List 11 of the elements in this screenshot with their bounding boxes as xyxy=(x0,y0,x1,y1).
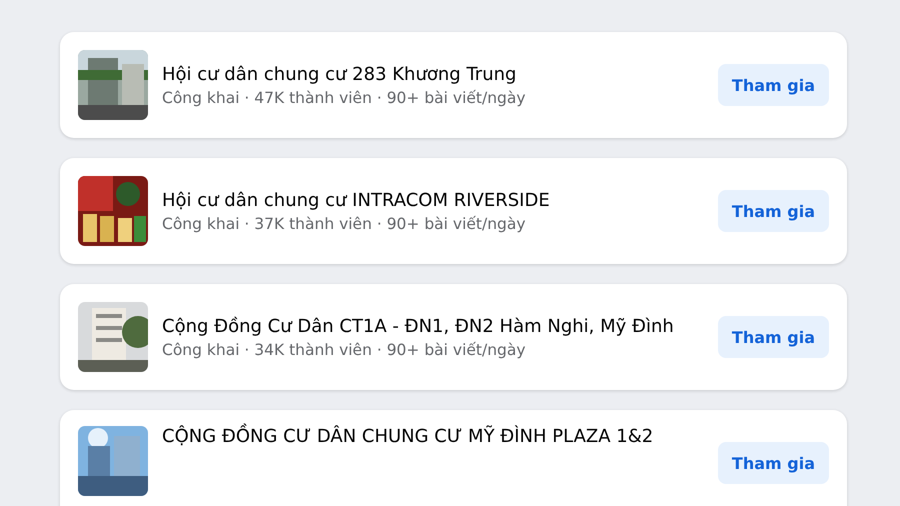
group-meta: Công khai · 47K thành viên · 90+ bài viết/ngày xyxy=(162,88,527,106)
group-name[interactable]: CỘNG ĐỒNG CƯ DÂN CHUNG CƯ MỸ ĐÌNH PLAZA 1&2 xyxy=(162,426,704,447)
join-button[interactable]: Tham gia xyxy=(718,190,829,232)
group-name[interactable]: Cộng Đồng Cư Dân CT1A - ĐN1, ĐN2 Hàm Nghi, Mỹ Đình xyxy=(162,316,704,336)
group-name[interactable]: Hội cư dân chung cư 283 Khương Trung xyxy=(162,64,704,84)
join-button[interactable]: Tham gia xyxy=(718,64,829,106)
join-button[interactable]: Tham gia xyxy=(718,316,829,358)
group-meta: Công khai · 37K thành viên · 90+ bài viết/ngày xyxy=(162,214,527,232)
group-meta: Công khai · 34K thành viên · 90+ bài viết/ngày xyxy=(162,340,527,358)
join-button[interactable]: Tham gia xyxy=(718,442,829,484)
group-name[interactable]: Hội cư dân chung cư INTRACOM RIVERSIDE xyxy=(162,190,704,210)
